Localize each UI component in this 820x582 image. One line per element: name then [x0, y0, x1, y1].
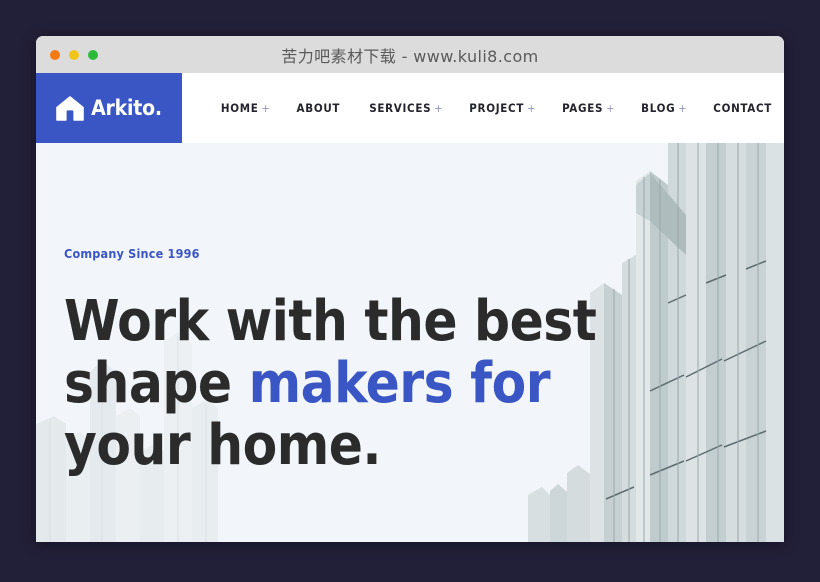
- nav-label: PAGES: [562, 101, 604, 115]
- hero-section: Company Since 1996 Work with the best sh…: [36, 143, 784, 542]
- nav-label: HOME: [220, 101, 259, 115]
- window-controls: [50, 49, 98, 60]
- plus-icon: +: [606, 102, 616, 115]
- nav-label: PROJECT: [469, 101, 525, 115]
- nav-item-contact[interactable]: CONTACT: [713, 101, 775, 115]
- nav-label: ABOUT: [296, 101, 341, 115]
- nav-item-project[interactable]: PROJECT +: [469, 101, 536, 115]
- site-logo[interactable]: Arkito.: [36, 73, 182, 143]
- nav-label: BLOG: [641, 101, 676, 115]
- nav-item-pages[interactable]: PAGES +: [562, 101, 615, 115]
- nav-label: CONTACT: [713, 101, 773, 115]
- hero-headline: Work with the best shape makers for your…: [64, 289, 597, 478]
- plus-icon: +: [527, 102, 537, 115]
- house-icon: [56, 95, 84, 121]
- nav-label: SERVICES: [369, 101, 432, 115]
- plus-icon: +: [678, 102, 688, 115]
- hero-copy: Company Since 1996 Work with the best sh…: [64, 246, 597, 478]
- main-navigation: HOME + ABOUT SERVICES + PROJECT + PAGES: [182, 73, 784, 143]
- logo-text: Arkito.: [91, 96, 162, 120]
- nav-item-about[interactable]: ABOUT: [297, 101, 344, 115]
- headline-line-2-accent: makers for: [248, 351, 551, 416]
- headline-line-3: your home.: [64, 413, 382, 478]
- headline-line-1: Work with the best: [64, 289, 597, 354]
- page-viewport: Arkito. HOME + ABOUT SERVICES + PROJECT …: [36, 73, 784, 542]
- minimize-window-button[interactable]: [69, 49, 79, 60]
- headline-line-2-plain: shape: [64, 351, 249, 416]
- close-window-button[interactable]: [50, 49, 60, 60]
- window-title: 苦力吧素材下载 - www.kuli8.com: [281, 46, 539, 66]
- browser-titlebar: 苦力吧素材下载 - www.kuli8.com: [36, 36, 784, 73]
- nav-item-blog[interactable]: BLOG +: [641, 101, 687, 115]
- plus-icon: +: [261, 102, 271, 115]
- nav-item-services[interactable]: SERVICES +: [369, 101, 443, 115]
- maximize-window-button[interactable]: [88, 49, 98, 60]
- browser-window: 苦力吧素材下载 - www.kuli8.com Arkito. HOME + A…: [36, 36, 784, 542]
- site-header: Arkito. HOME + ABOUT SERVICES + PROJECT …: [36, 73, 784, 143]
- hero-eyebrow: Company Since 1996: [64, 246, 200, 261]
- plus-icon: +: [434, 102, 444, 115]
- nav-item-home[interactable]: HOME +: [221, 101, 271, 115]
